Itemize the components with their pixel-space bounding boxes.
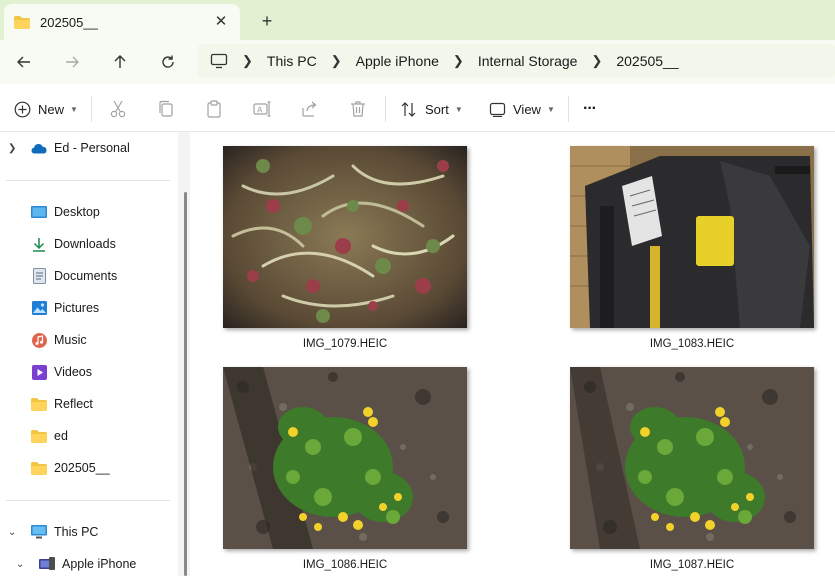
tab-strip: 202505__ ✕ + — [0, 0, 835, 40]
refresh-button[interactable] — [156, 50, 180, 74]
arrow-left-icon — [17, 56, 30, 68]
divider — [568, 96, 569, 122]
delete-icon[interactable] — [348, 99, 368, 119]
tab-202505[interactable]: 202505__ ✕ — [4, 4, 240, 40]
desktop-icon — [31, 204, 47, 220]
sidebar-item-this-pc[interactable]: ⌄ This PC — [8, 518, 188, 546]
back-button[interactable] — [12, 50, 36, 74]
arrow-right-icon — [66, 56, 79, 68]
sidebar-item-label: 202505__ — [54, 461, 110, 475]
view-label: View — [513, 101, 541, 117]
address-bar[interactable]: ❯ This PC ❯ Apple iPhone ❯ Internal Stor… — [198, 44, 835, 78]
plant-photo — [570, 367, 814, 549]
documents-icon — [31, 268, 47, 284]
plant-photo — [223, 367, 467, 549]
file-view: IMG_1079.HEIC IMG_1083.HEIC IMG_1086.HEI… — [190, 132, 835, 576]
sidebar-item-label: Documents — [54, 269, 118, 283]
breadcrumb-current-folder[interactable]: 202505__ — [616, 53, 678, 69]
divider — [385, 96, 386, 122]
folder-icon — [31, 396, 47, 412]
arrow-up-icon — [114, 55, 126, 68]
music-icon — [31, 332, 47, 348]
sidebar-scrollbar-thumb[interactable] — [184, 192, 187, 576]
chevron-down-icon: ▼ — [546, 104, 555, 114]
refresh-icon — [162, 55, 174, 68]
file-name[interactable]: IMG_1087.HEIC — [570, 559, 814, 571]
chevron-down-icon: ▼ — [454, 104, 463, 114]
view-button[interactable]: View ▼ — [489, 96, 555, 122]
sort-label: Sort — [425, 101, 449, 117]
chevron-right-icon: ❯ — [452, 53, 464, 68]
breadcrumb-apple-iphone[interactable]: Apple iPhone — [356, 53, 439, 69]
folder-icon — [31, 460, 47, 476]
file-thumbnail-img-1079[interactable] — [223, 146, 467, 328]
sidebar-item-ed-personal[interactable]: ❯ Ed - Personal — [8, 134, 188, 162]
file-thumbnail-img-1086[interactable] — [223, 367, 467, 549]
file-name[interactable]: IMG_1086.HEIC — [223, 559, 467, 571]
pictures-icon — [31, 300, 47, 316]
up-button[interactable] — [108, 50, 132, 74]
this-pc-icon — [31, 524, 47, 540]
new-tab-button[interactable]: + — [256, 10, 278, 32]
more-options-button[interactable]: ··· — [583, 96, 597, 122]
share-icon[interactable] — [300, 99, 320, 119]
chevron-down-icon: ▼ — [70, 104, 78, 114]
view-icon — [489, 102, 506, 117]
forward-button[interactable] — [60, 50, 84, 74]
chevron-right-icon[interactable]: ❯ — [8, 143, 22, 154]
chevron-right-icon: ❯ — [591, 53, 603, 68]
salad-photo — [223, 146, 467, 328]
breadcrumb: ❯ This PC ❯ Apple iPhone ❯ Internal Stor… — [242, 53, 679, 69]
paste-icon[interactable] — [204, 99, 224, 119]
computer-icon — [210, 53, 228, 69]
sort-button[interactable]: Sort ▼ — [400, 96, 463, 122]
sidebar-item-label: Apple iPhone — [62, 557, 137, 571]
folder-icon — [31, 428, 47, 444]
sort-icon — [401, 101, 416, 117]
chevron-down-icon[interactable]: ⌄ — [8, 527, 22, 538]
cut-icon[interactable] — [108, 99, 128, 119]
sidebar-item-label: This PC — [54, 525, 99, 539]
file-name[interactable]: IMG_1083.HEIC — [570, 338, 814, 350]
navigation-pane: ❯ Ed - Personal Desktop Downloads Docume… — [0, 132, 205, 576]
navigation-bar: ❯ This PC ❯ Apple iPhone ❯ Internal Stor… — [0, 40, 835, 84]
chevron-down-icon[interactable]: ⌄ — [16, 559, 30, 570]
sidebar-item-label: ed — [54, 429, 68, 443]
new-button[interactable]: New ▼ — [14, 96, 78, 122]
file-thumbnail-img-1083[interactable] — [570, 146, 814, 328]
downloads-icon — [31, 236, 47, 252]
svg-text:A: A — [257, 106, 263, 115]
close-tab-button[interactable]: ✕ — [212, 12, 230, 30]
sidebar-item-label: Desktop — [54, 205, 100, 219]
onedrive-icon — [31, 140, 47, 156]
breadcrumb-this-pc[interactable]: This PC — [267, 53, 317, 69]
sidebar-item-label: Pictures — [54, 301, 100, 315]
divider — [6, 500, 170, 501]
divider — [6, 180, 170, 181]
folder-icon — [14, 15, 30, 29]
tab-title: 202505__ — [40, 14, 98, 30]
sidebar-item-label: Downloads — [54, 237, 116, 251]
file-thumbnail-img-1087[interactable] — [570, 367, 814, 549]
chevron-right-icon: ❯ — [242, 53, 253, 68]
copy-icon[interactable] — [156, 99, 176, 119]
suitcase-photo — [570, 146, 814, 328]
breadcrumb-internal-storage[interactable]: Internal Storage — [478, 53, 578, 69]
divider — [91, 96, 92, 122]
sidebar-item-apple-iphone[interactable]: ⌄ Apple iPhone — [16, 550, 196, 576]
sidebar-item-label: Ed - Personal — [54, 141, 130, 155]
file-name[interactable]: IMG_1079.HEIC — [223, 338, 467, 350]
rename-icon[interactable]: A — [252, 99, 272, 119]
videos-icon — [31, 364, 47, 380]
sidebar-item-label: Reflect — [54, 397, 93, 411]
new-label: New — [38, 101, 65, 117]
sidebar-item-label: Music — [54, 333, 87, 347]
chevron-right-icon: ❯ — [330, 53, 342, 68]
command-bar: New ▼ A Sort ▼ View ▼ ··· — [0, 84, 835, 132]
sidebar-item-label: Videos — [54, 365, 92, 379]
plus-circle-icon — [14, 101, 31, 117]
phone-device-icon — [39, 556, 55, 572]
